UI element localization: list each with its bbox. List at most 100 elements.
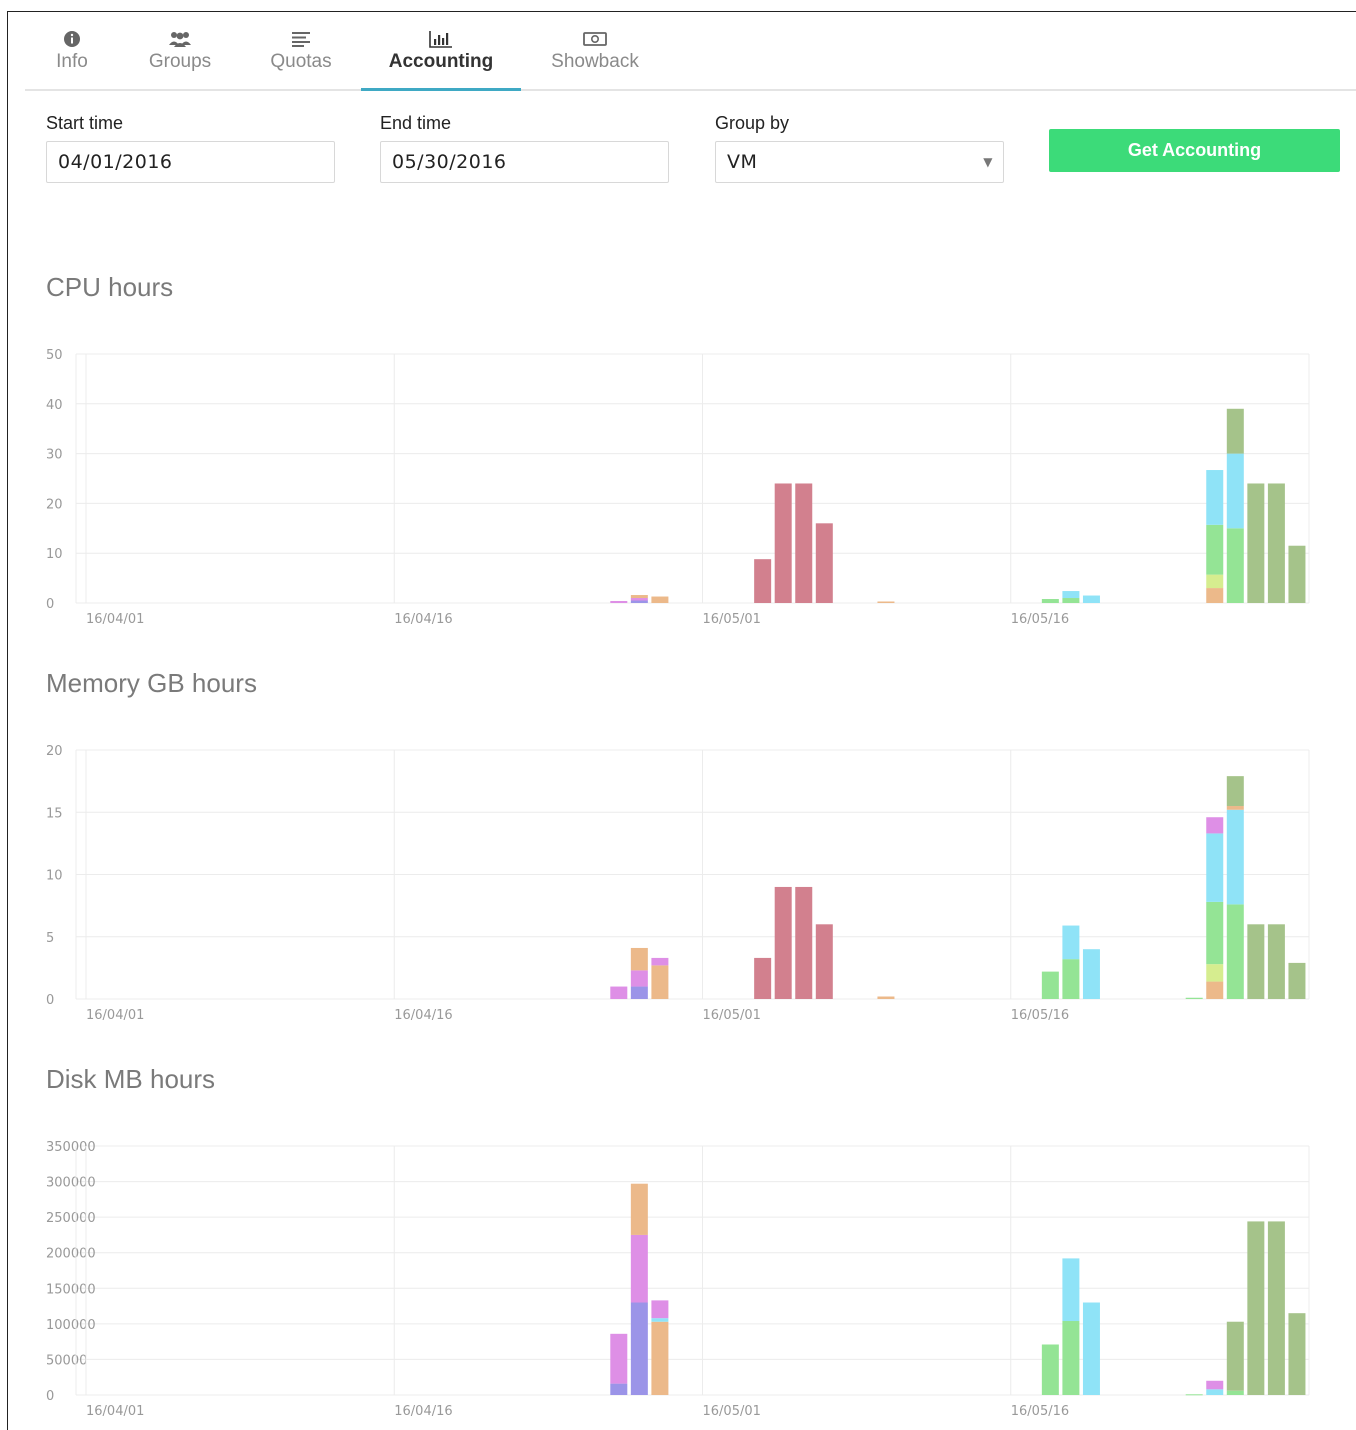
y-tick-label: 20 xyxy=(46,497,63,512)
chart-bar-segment xyxy=(610,1383,628,1395)
y-tick-label: 10 xyxy=(46,869,63,884)
cpu-chart-title: CPU hours xyxy=(46,272,174,302)
chart-bar-segment xyxy=(1226,453,1244,529)
chart-bar-segment xyxy=(1226,809,1244,905)
y-tick-label: 10 xyxy=(46,547,63,562)
chart-bar-segment xyxy=(651,1300,669,1319)
group-by-label: Group by xyxy=(715,113,790,133)
chart-bar-segment xyxy=(1267,924,1285,999)
chart-bar-segment xyxy=(630,1302,648,1395)
chart-bar-segment xyxy=(1267,1221,1285,1395)
tab-label: Info xyxy=(56,51,88,72)
x-tick-label: 16/05/16 xyxy=(1011,612,1069,627)
chart-bar-segment xyxy=(1206,470,1224,525)
y-tick-label: 250000 xyxy=(46,1211,96,1226)
chart-bar-segment xyxy=(651,596,669,603)
chart-bar-segment xyxy=(1206,833,1224,902)
x-tick-label: 16/05/16 xyxy=(1011,1404,1069,1419)
get-accounting-button[interactable]: Get Accounting xyxy=(1049,129,1340,172)
x-tick-label: 16/04/01 xyxy=(86,1008,144,1023)
group-by-select[interactable]: VM ▼ xyxy=(715,141,1004,183)
info-icon xyxy=(45,28,99,50)
chart-bar-segment xyxy=(630,1183,648,1235)
chart-bar-segment xyxy=(1288,962,1306,999)
chart-bar-segment xyxy=(1206,1380,1224,1390)
chart-bar-segment xyxy=(774,886,792,999)
disk-chart-title: Disk MB hours xyxy=(46,1064,216,1094)
chart-bar-segment xyxy=(1226,528,1244,603)
cpu-hours-chart: 0 10 20 30 40 50 16/04/01 16/04/16 16/05/01 16/05… xyxy=(46,348,1310,627)
chart-bar-segment xyxy=(1288,1313,1306,1395)
y-tick-label: 0 xyxy=(46,1389,54,1404)
chart-bar-segment xyxy=(1226,904,1244,999)
chart-bar-segment xyxy=(1062,598,1080,603)
chart-bar-segment xyxy=(1062,591,1080,599)
x-tick-label: 16/04/16 xyxy=(394,1404,452,1419)
tab-showback[interactable]: Showback xyxy=(545,12,645,89)
y-tick-label: 5 xyxy=(46,931,54,946)
chart-bar-segment xyxy=(1062,1321,1080,1395)
y-tick-label: 50 xyxy=(46,348,63,363)
tab-label: Groups xyxy=(148,51,212,72)
chart-bar-segment xyxy=(1082,1302,1100,1395)
chart-bar-segment xyxy=(610,1333,628,1384)
tab-accounting[interactable]: Accounting xyxy=(361,12,521,91)
chart-bar-segment xyxy=(630,986,648,999)
x-tick-label: 16/04/01 xyxy=(86,1404,144,1419)
chart-bar-segment xyxy=(610,986,628,999)
chart-bar-segment xyxy=(1226,408,1244,454)
chart-bar-segment xyxy=(1062,925,1080,960)
chart-bar-segment xyxy=(877,996,895,999)
chart-bar-segment xyxy=(754,957,772,999)
y-tick-label: 100000 xyxy=(46,1318,96,1333)
chart-bar-segment xyxy=(1082,595,1100,603)
chart-bar-segment xyxy=(1206,964,1224,982)
chevron-down-icon: ▼ xyxy=(983,155,993,169)
end-time-input[interactable]: 05/30/2016 xyxy=(380,141,669,183)
chart-bar-segment xyxy=(610,601,628,603)
start-time-label: Start time xyxy=(46,113,124,133)
tab-quotas[interactable]: Quotas xyxy=(262,12,340,89)
chart-bar-segment xyxy=(630,595,648,599)
chart-bar-segment xyxy=(1062,1258,1080,1322)
chart-bar-segment xyxy=(877,601,895,603)
x-tick-label: 16/04/16 xyxy=(394,612,452,627)
chart-bar-segment xyxy=(1185,1394,1203,1396)
chart-bar-segment xyxy=(1247,924,1265,999)
chart-bar-segment xyxy=(630,947,648,971)
chart-bar-segment xyxy=(1041,971,1059,999)
chart-bar-segment xyxy=(815,924,833,999)
chart-bar-segment xyxy=(1041,599,1059,603)
tab-bar: Info Groups Quotas Accounting Showback xyxy=(25,12,1356,91)
groups-icon xyxy=(140,28,220,50)
chart-bar-segment xyxy=(1206,817,1224,834)
chart-bar-segment xyxy=(651,957,669,966)
chart-bar-segment xyxy=(1226,1321,1244,1391)
chart-bar-segment xyxy=(630,600,648,603)
chart-bar-segment xyxy=(754,559,772,603)
group-by-value: VM xyxy=(727,151,758,173)
bar-chart-icon xyxy=(361,28,521,50)
start-time-input[interactable]: 04/01/2016 xyxy=(46,141,335,183)
chart-bar-segment xyxy=(630,970,648,987)
end-time-label: End time xyxy=(380,113,452,133)
chart-bar-segment xyxy=(1247,483,1265,603)
chart-bar-segment xyxy=(1206,588,1224,603)
y-tick-label: 15 xyxy=(46,806,63,821)
tab-label: Showback xyxy=(551,51,639,72)
y-tick-label: 200000 xyxy=(46,1247,96,1262)
y-tick-label: 20 xyxy=(46,744,63,759)
tab-info[interactable]: Info xyxy=(45,12,99,89)
x-tick-label: 16/05/01 xyxy=(703,612,761,627)
y-tick-label: 0 xyxy=(46,597,54,612)
chart-bar-segment xyxy=(630,1234,648,1303)
quotas-icon xyxy=(262,28,340,50)
chart-bar-segment xyxy=(1206,574,1224,589)
chart-bar-segment xyxy=(651,1321,669,1395)
memory-hours-chart: 0 5 10 15 20 16/04/01 16/04/16 16/05/01 16/05/16 xyxy=(46,744,1310,1023)
chart-bar-segment xyxy=(651,1318,669,1322)
chart-bar-segment xyxy=(1226,806,1244,810)
y-tick-label: 0 xyxy=(46,993,54,1008)
tab-groups[interactable]: Groups xyxy=(140,12,220,89)
y-tick-label: 300000 xyxy=(46,1176,96,1191)
